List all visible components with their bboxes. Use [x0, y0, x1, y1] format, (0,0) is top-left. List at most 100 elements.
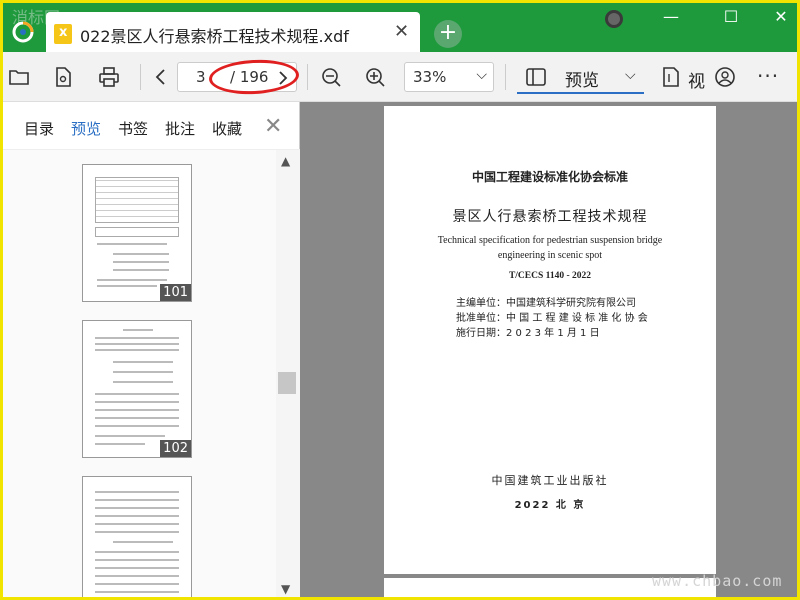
thumbnail-text-line — [95, 417, 179, 419]
thumbnail-text-line — [95, 337, 179, 339]
page-thumbnail[interactable]: 102 — [82, 320, 192, 458]
watermark-bottom: www.chbao.com — [652, 572, 783, 590]
sidebar-tabs: 目录 预览 书签 批注 收藏 ✕ — [0, 102, 300, 150]
editor-unit: 主编单位：中国建筑科学研究院有限公司 — [456, 298, 636, 309]
toolbar-divider — [140, 64, 141, 90]
thumbnail-text-line — [95, 575, 179, 577]
record-icon[interactable] — [605, 10, 623, 28]
thumbnail-text-line — [113, 261, 169, 263]
chevron-down-icon: ⌵ — [625, 67, 636, 83]
more-options-button[interactable]: ··· — [757, 64, 779, 88]
thumbnail-text-line — [95, 401, 179, 403]
tab-title: 022景区人行悬索桥工程技术规程.xdf — [80, 27, 349, 46]
minimize-button[interactable]: — — [656, 6, 686, 28]
print-icon[interactable] — [98, 66, 120, 88]
document-title-en-line-2: engineering in scenic spot — [497, 250, 603, 261]
sidebar-panel-icon — [526, 68, 546, 86]
sidebar-close-button[interactable]: ✕ — [264, 114, 282, 139]
xdf-file-icon — [54, 24, 72, 44]
zoom-select[interactable]: 33% ⌵ — [404, 62, 494, 92]
thumbnail-text-line — [95, 523, 179, 525]
thumbnail-text-line — [113, 269, 169, 271]
publisher: 中国建筑工业出版社 — [491, 474, 609, 487]
view-mode-label: 预览 — [565, 71, 599, 91]
previous-page-icon[interactable] — [150, 66, 172, 88]
tab-close-button[interactable]: ✕ — [394, 21, 409, 42]
thumbnail-text-line — [95, 567, 179, 569]
zoom-value: 33% — [413, 68, 447, 86]
scroll-down-icon[interactable]: ▼ — [281, 582, 290, 596]
thumbnail-text-line — [97, 243, 167, 245]
thumbnail-text-line — [95, 435, 165, 437]
document-tab[interactable]: 022景区人行悬索桥工程技术规程.xdf ✕ — [46, 12, 420, 54]
page-view-icon[interactable] — [660, 66, 682, 88]
document-title-en-line-1: Technical specification for pedestrian s… — [437, 235, 663, 246]
toolbar-divider — [307, 64, 308, 90]
account-icon[interactable] — [714, 66, 736, 88]
thumbnail-list: 101 102 — [0, 150, 276, 600]
thumbnail-table — [95, 177, 179, 223]
thumbnail-text-line — [95, 393, 179, 395]
zoom-in-icon[interactable] — [364, 66, 386, 88]
scroll-up-icon[interactable]: ▲ — [281, 154, 290, 168]
zoom-out-icon[interactable] — [320, 66, 342, 88]
effective-date: 施行日期：2 0 2 3 年 1 月 1 日 — [456, 328, 600, 339]
page-thumbnail[interactable]: 101 — [82, 164, 192, 302]
thumbnail-text-line — [97, 285, 157, 287]
toolbar-divider — [505, 64, 506, 90]
thumbnail-page-number: 101 — [160, 284, 191, 301]
thumbnail-text-line — [95, 499, 179, 501]
thumbnail-text-line — [95, 343, 179, 345]
thumbnail-text-line — [95, 515, 179, 517]
thumbnail-text-line — [95, 583, 179, 585]
thumbnail-text-line — [95, 531, 179, 533]
open-folder-icon[interactable] — [8, 66, 30, 88]
thumbnail-text-line — [97, 279, 167, 281]
thumbnail-text-line — [95, 591, 179, 593]
thumbnail-text-line — [95, 409, 179, 411]
document-title-en: Technical specification for pedestrian s… — [414, 233, 686, 263]
tab-contents[interactable]: 目录 — [24, 118, 54, 139]
tab-favorites[interactable]: 收藏 — [212, 118, 242, 139]
approval-unit: 批准单位：中 国 工 程 建 设 标 准 化 协 会 — [456, 313, 648, 324]
document-viewer[interactable]: 中国工程建设标准化协会标准 景区人行悬索桥工程技术规程 Technical sp… — [300, 102, 800, 600]
tab-bookmarks[interactable]: 书签 — [118, 118, 148, 139]
publication-year-city: 2022 北 京 — [514, 500, 586, 511]
thumbnail-text-line — [95, 551, 179, 553]
chevron-down-icon: ⌵ — [476, 67, 487, 83]
thumbnail-text-line — [95, 443, 145, 445]
current-page[interactable]: 3 — [196, 68, 206, 86]
tab-preview[interactable]: 预览 — [71, 118, 101, 139]
thumbnail-text-line — [95, 425, 179, 427]
view-mode-select[interactable]: 预览 ⌵ — [517, 60, 644, 94]
thumbnail-text-line — [95, 507, 179, 509]
maximize-button[interactable]: ☐ — [716, 6, 746, 28]
document-title: 景区人行悬索桥工程技术规程 — [452, 209, 648, 225]
app-logo-icon — [12, 21, 34, 43]
thumbnail-text-line — [113, 371, 173, 373]
thumbnail-text-line — [113, 541, 173, 543]
standard-code: T/CECS 1140 - 2022 — [508, 271, 592, 281]
tab-annotations[interactable]: 批注 — [165, 118, 195, 139]
thumbnail-text-line — [113, 381, 173, 383]
scrollbar-thumb[interactable] — [278, 372, 296, 394]
thumbnail-text-line — [95, 349, 179, 351]
thumbnail-text-line — [95, 491, 179, 493]
view-label[interactable]: 视 — [688, 67, 705, 92]
window-close-button[interactable]: ✕ — [766, 6, 796, 28]
thumbnail-table — [95, 227, 179, 237]
page-thumbnail[interactable] — [82, 476, 192, 600]
thumbnail-text-line — [113, 361, 173, 363]
thumbnail-scrollbar[interactable]: ▲ ▼ — [276, 150, 300, 600]
new-tab-button[interactable]: + — [434, 20, 462, 48]
title-bar: 消标网 022景区人行悬索桥工程技术规程.xdf ✕ + — ☐ ✕ — [0, 0, 800, 54]
toolbar: 3 / 196 33% ⌵ 预览 ⌵ 视 ··· — [0, 52, 800, 102]
thumbnail-text-line — [113, 253, 169, 255]
document-org: 中国工程建设标准化协会标准 — [471, 170, 628, 184]
thumbnail-text-line — [123, 329, 153, 331]
thumbnail-page-number: 102 — [160, 440, 191, 457]
document-page: 中国工程建设标准化协会标准 景区人行悬索桥工程技术规程 Technical sp… — [384, 106, 716, 574]
save-file-icon[interactable] — [52, 66, 74, 88]
thumbnail-text-line — [95, 559, 179, 561]
sidebar: 目录 预览 书签 批注 收藏 ✕ 101 102 ▲ ▼ — [0, 102, 300, 600]
